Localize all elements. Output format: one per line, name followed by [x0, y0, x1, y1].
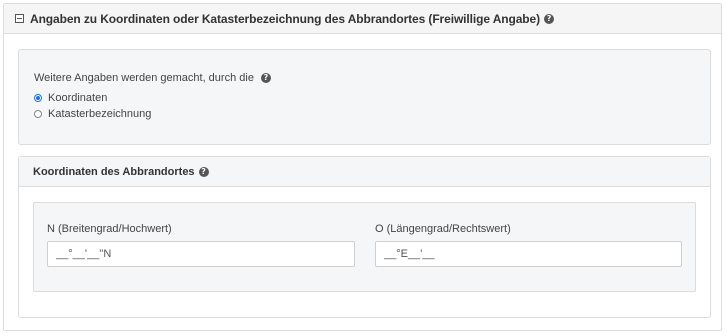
east-coordinate-input[interactable]: [375, 241, 682, 267]
north-label: N (Breitengrad/Hochwert): [47, 223, 172, 235]
panel-header[interactable]: Angaben zu Koordinaten oder Katasterbeze…: [4, 4, 721, 34]
help-icon[interactable]: ?: [261, 73, 271, 84]
help-icon[interactable]: ?: [544, 13, 555, 24]
method-question-text: Weitere Angaben werden gemacht, durch di…: [34, 72, 254, 84]
coordinates-section: Koordinaten des Abbrandortes ? N (Breite…: [18, 156, 711, 318]
coordinates-section-title: Koordinaten des Abbrandortes: [33, 165, 195, 178]
collapse-icon[interactable]: [15, 14, 24, 23]
method-selection-box: Weitere Angaben werden gemacht, durch di…: [18, 49, 711, 145]
coordinates-panel: Angaben zu Koordinaten oder Katasterbeze…: [3, 3, 722, 331]
radio-button[interactable]: [34, 110, 42, 118]
radio-button[interactable]: [34, 94, 42, 102]
north-coordinate-input[interactable]: [47, 241, 355, 267]
panel-title: Angaben zu Koordinaten oder Katasterbeze…: [30, 11, 541, 26]
coordinates-fields-box: N (Breitengrad/Hochwert) O (Längengrad/R…: [33, 202, 696, 292]
radio-option-katasterbezeichnung[interactable]: Katasterbezeichnung: [34, 108, 151, 120]
method-question: Weitere Angaben werden gemacht, durch di…: [34, 72, 271, 84]
coordinates-section-header: Koordinaten des Abbrandortes ?: [19, 157, 710, 187]
help-icon[interactable]: ?: [198, 166, 209, 177]
radio-label: Koordinaten: [48, 92, 108, 104]
radio-option-koordinaten[interactable]: Koordinaten: [34, 92, 107, 104]
radio-label: Katasterbezeichnung: [48, 108, 152, 120]
east-label: O (Längengrad/Rechtswert): [375, 223, 511, 235]
